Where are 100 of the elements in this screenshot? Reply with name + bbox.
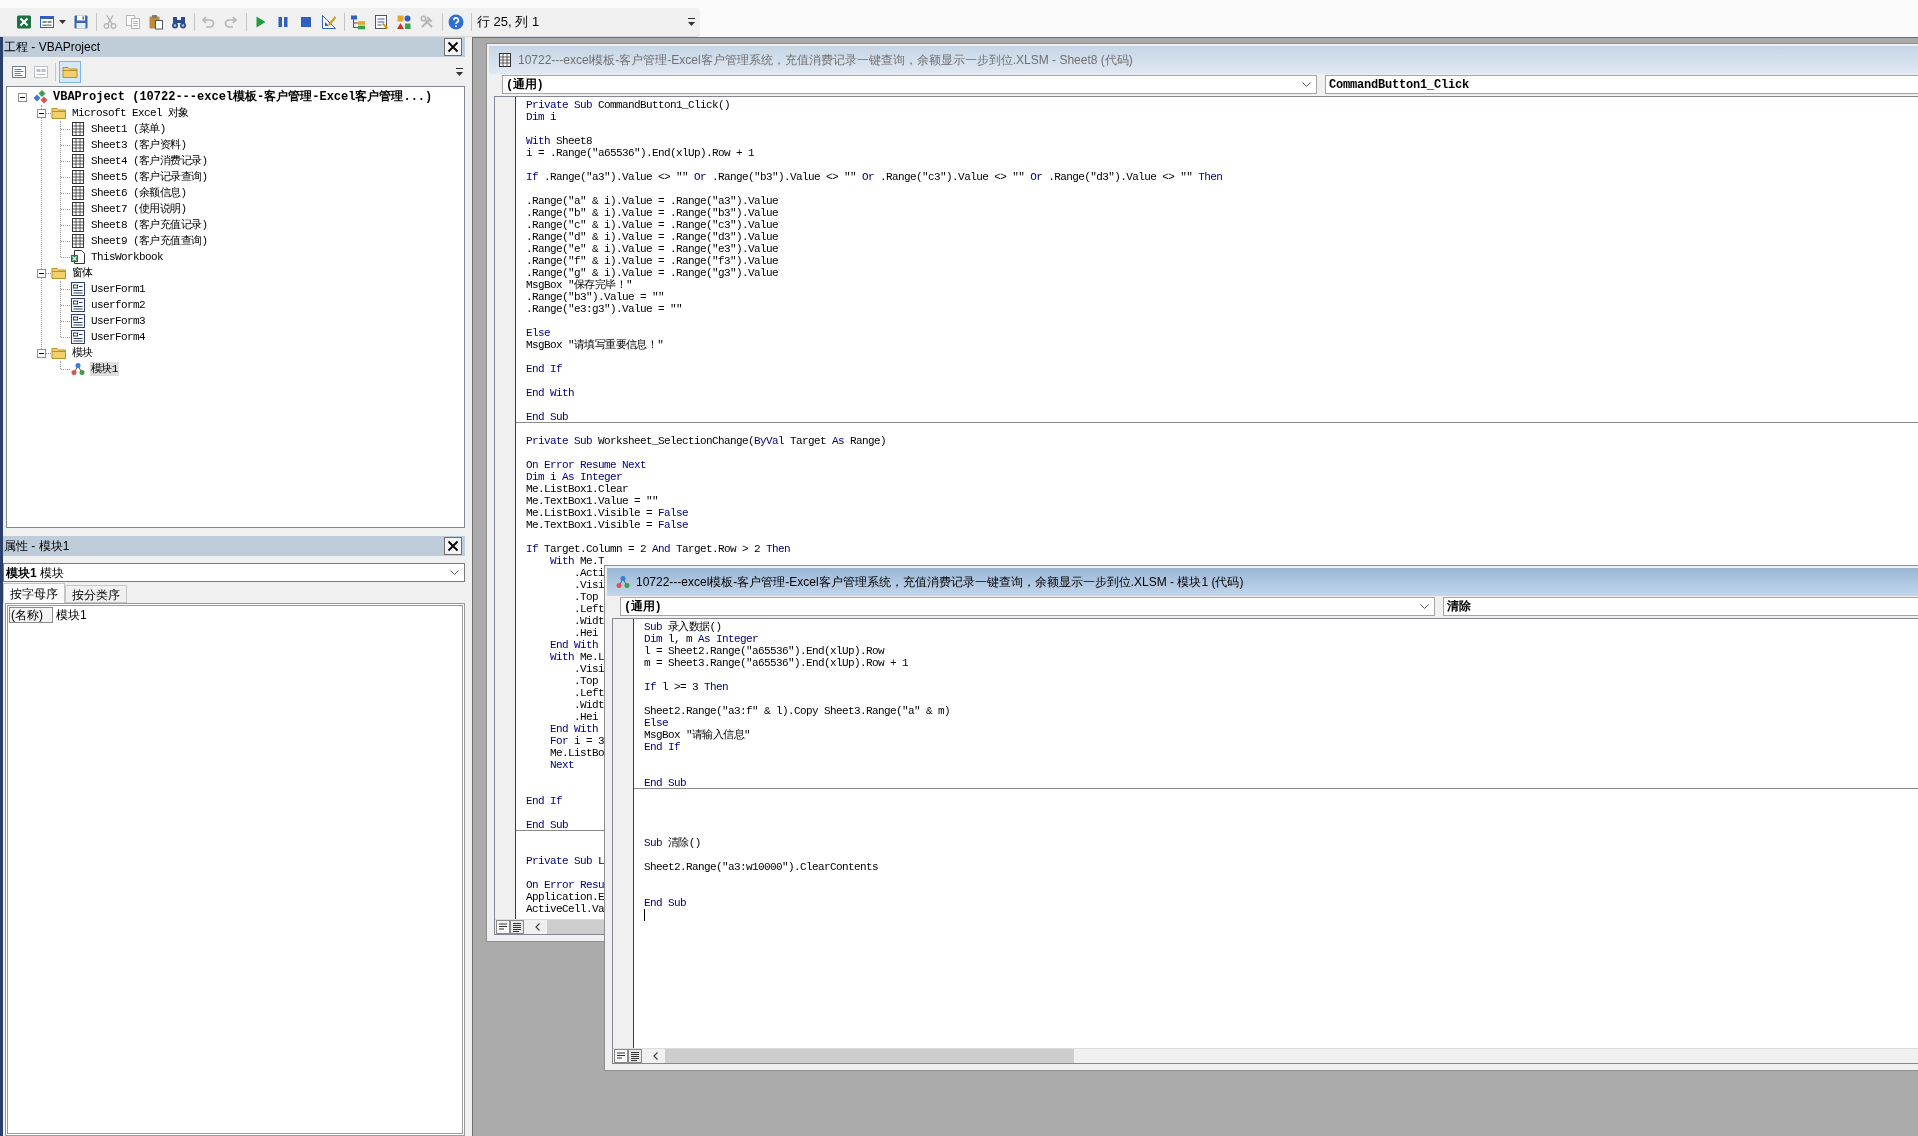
text-cursor-icon bbox=[644, 909, 645, 921]
connected-nodes-icon bbox=[70, 361, 86, 377]
window-title: 10722---excel模板-客户管理-Excel客户管理系统，充值消费记录一键查询，余额显示一步到位.XLSM - 模块1 (代码) bbox=[636, 574, 1244, 591]
procedure-view-icon[interactable] bbox=[614, 1049, 628, 1063]
form-window-icon bbox=[70, 281, 86, 297]
chevron-down-icon[interactable] bbox=[1420, 603, 1429, 610]
tree-item[interactable]: Sheet9 (客户充值查询) bbox=[90, 234, 209, 248]
code-line: End Sub bbox=[644, 897, 686, 909]
tree-item[interactable]: Sheet1 (菜单) bbox=[90, 122, 167, 136]
form-window-icon[interactable] bbox=[38, 14, 55, 30]
minus-box-icon[interactable] bbox=[37, 268, 46, 278]
pane-title: 工程 - VBAProject bbox=[4, 39, 101, 56]
tree-item[interactable]: 模块 bbox=[71, 346, 94, 360]
procedure-dropdown[interactable]: CommandButton1_Click bbox=[1325, 75, 1918, 94]
close-icon[interactable] bbox=[444, 38, 462, 56]
code-line: With Me.L bbox=[550, 651, 605, 663]
object-dropdown[interactable]: (通用) bbox=[620, 597, 1435, 616]
tree-item[interactable]: UserForm4 bbox=[90, 330, 146, 344]
tab[interactable]: 按字母序 bbox=[3, 583, 65, 603]
code-line: Private Sub L bbox=[526, 855, 605, 867]
minus-box-icon[interactable] bbox=[37, 348, 46, 358]
paste-icon[interactable] bbox=[147, 14, 164, 30]
scrollbar-thumb[interactable] bbox=[665, 1049, 1074, 1063]
binoculars-icon[interactable] bbox=[170, 14, 187, 30]
tree-item[interactable]: UserForm1 bbox=[90, 282, 146, 296]
code-line: .Left bbox=[574, 687, 604, 699]
code-line: Next bbox=[550, 759, 574, 771]
tree-item[interactable]: Sheet5 (客户记录查询) bbox=[90, 170, 209, 184]
code-line: For i = 3 bbox=[550, 735, 605, 747]
sheet-grid-icon bbox=[70, 121, 86, 137]
tree-item[interactable]: Microsoft Excel 对象 bbox=[71, 106, 190, 120]
shapes-icon[interactable] bbox=[395, 14, 412, 30]
sheet-grid-icon bbox=[70, 233, 86, 249]
chevron-down-icon[interactable] bbox=[1302, 81, 1311, 88]
save-icon[interactable] bbox=[72, 14, 89, 30]
module-view-icon[interactable] bbox=[510, 920, 524, 934]
code-line: .Range("e" & i).Value = .Range("e3").Value bbox=[526, 243, 779, 255]
tab[interactable]: 按分类序 bbox=[65, 585, 127, 603]
code-line: Sheet2.Range("a3:f" & l).Copy Sheet3.Range("a" & m) bbox=[644, 705, 951, 717]
code-line: Sheet2.Range("a3:w10000").ClearContents bbox=[644, 861, 879, 873]
code-line: On Error Resume Next bbox=[526, 459, 647, 471]
folder-icon[interactable] bbox=[59, 60, 81, 83]
form-window-icon bbox=[70, 313, 86, 329]
minus-box-icon[interactable] bbox=[18, 92, 27, 102]
code-line: .Range("f" & i).Value = .Range("f3").Value bbox=[526, 255, 779, 267]
pane-title: 属性 - 模块1 bbox=[4, 538, 70, 555]
code-line: .Range("a" & i).Value = .Range("a3").Value bbox=[526, 195, 779, 207]
object-dropdown[interactable]: 模块1 模块 bbox=[3, 563, 465, 582]
overflow-chevron-icon[interactable] bbox=[687, 17, 696, 27]
tree-item[interactable]: Sheet6 (余额信息) bbox=[90, 186, 188, 200]
spreadsheet-icon[interactable] bbox=[15, 14, 32, 30]
code-line: ActiveCell.Va bbox=[526, 903, 604, 915]
sheet-grid-icon bbox=[497, 52, 513, 68]
code-line: Application.E bbox=[526, 891, 604, 903]
properties-icon[interactable] bbox=[372, 14, 389, 30]
code-line: Else bbox=[526, 327, 550, 339]
diamonds-icon bbox=[32, 89, 48, 105]
close-icon[interactable] bbox=[444, 537, 462, 555]
code-line: If l >= 3 Then bbox=[644, 681, 729, 693]
code-line: m = Sheet3.Range("a65536").End(xlUp).Row + 1 bbox=[644, 657, 909, 669]
code-line: .Widt bbox=[574, 699, 604, 711]
help-icon[interactable] bbox=[447, 14, 464, 30]
code-line: .Top bbox=[574, 675, 598, 687]
tree-item[interactable]: ThisWorkbook bbox=[90, 250, 164, 264]
tree-item[interactable]: 模块1 bbox=[90, 362, 119, 376]
sheet-grid-icon bbox=[70, 137, 86, 153]
tree-item[interactable]: Sheet4 (客户消费记录) bbox=[90, 154, 209, 168]
code-line: Private Sub CommandButton1_Click() bbox=[526, 99, 731, 111]
tree-item[interactable]: Sheet3 (客户资料) bbox=[90, 138, 188, 152]
procedure-dropdown[interactable]: 清除 bbox=[1443, 597, 1918, 616]
code-line: Me.TextBox1.Value = "" bbox=[526, 495, 659, 507]
overflow-chevron-icon[interactable] bbox=[455, 66, 464, 77]
code-line: End If bbox=[526, 795, 562, 807]
tree-view-icon[interactable] bbox=[349, 14, 366, 30]
code-line: .Hei bbox=[574, 627, 598, 639]
procedure-view-icon[interactable] bbox=[496, 920, 510, 934]
tree-item[interactable]: 窗体 bbox=[71, 266, 94, 280]
code-line: .Top bbox=[574, 591, 598, 603]
tree-item[interactable]: VBAProject (10722---excel模板-客户管理-Excel客户管理...) bbox=[52, 90, 434, 104]
caret-down-icon[interactable] bbox=[58, 20, 66, 24]
ruler-pencil-icon[interactable] bbox=[320, 14, 337, 30]
tree-item[interactable]: Sheet8 (客户充值记录) bbox=[90, 218, 209, 232]
code-line: If .Range("a3").Value <> "" Or .Range("b3").Value <> "" Or .Range("c3").Value <> "" Or .Range("d3").Value <> "" Then bbox=[526, 171, 1223, 183]
code-line: MsgBox "请填写重要信息！" bbox=[526, 339, 664, 351]
minus-box-icon[interactable] bbox=[37, 108, 46, 118]
chevron-down-icon[interactable] bbox=[450, 569, 459, 576]
form-window-icon bbox=[70, 329, 86, 345]
tree-item[interactable]: userform2 bbox=[90, 298, 146, 312]
code-line: Dim i As Integer bbox=[526, 471, 623, 483]
module-view-icon[interactable] bbox=[628, 1049, 642, 1063]
property-value[interactable]: 模块1 bbox=[53, 607, 87, 623]
tree-item[interactable]: Sheet7 (使用说明) bbox=[90, 202, 188, 216]
tree-item[interactable]: UserForm3 bbox=[90, 314, 146, 328]
code-line: End If bbox=[644, 741, 680, 753]
code-line: End If bbox=[526, 363, 562, 375]
folder-icon bbox=[51, 265, 67, 281]
code-line: .Range("d" & i).Value = .Range("d3").Value bbox=[526, 231, 779, 243]
code-line: .Range("g" & i).Value = .Range("g3").Value bbox=[526, 267, 779, 279]
code-line: Me.TextBox1.Visible = False bbox=[526, 519, 689, 531]
object-dropdown[interactable]: (通用) bbox=[502, 75, 1317, 94]
